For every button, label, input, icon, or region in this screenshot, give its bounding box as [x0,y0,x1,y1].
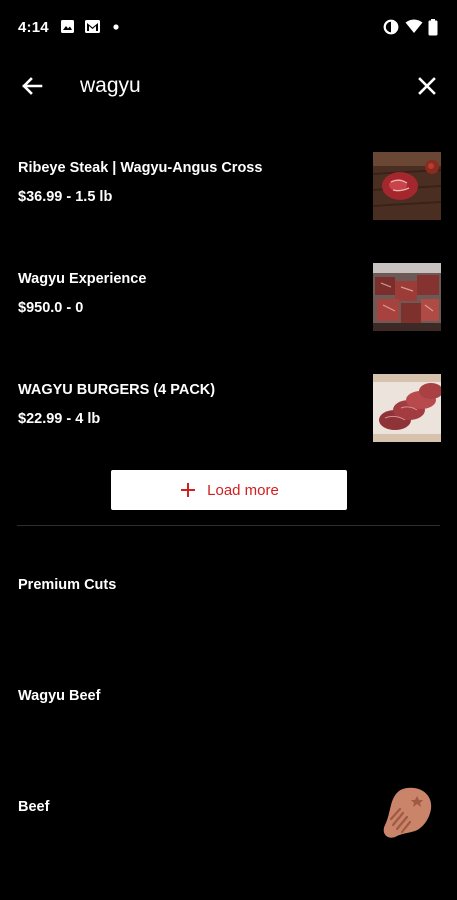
load-more-label: Load more [207,481,279,499]
clear-search-button[interactable] [411,70,443,102]
result-name: Ribeye Steak | Wagyu-Angus Cross [18,160,263,176]
arrow-left-icon [22,77,43,95]
category-premium-cuts[interactable]: Premium Cuts [18,577,116,593]
status-bar: 4:14 [0,0,457,56]
gmail-icon [85,20,100,33]
search-result-item[interactable]: Wagyu Experience $950.0 - 0 [0,263,457,353]
plus-icon [181,483,196,497]
notification-dot-icon [113,24,119,30]
steak-fab-button[interactable] [377,783,437,841]
result-price: $950.0 - 0 [18,300,84,316]
data-saver-icon [383,19,399,35]
result-name: Wagyu Experience [18,271,147,287]
category-wagyu-beef[interactable]: Wagyu Beef [18,688,100,704]
status-time: 4:14 [18,19,49,36]
ribeye-steak-image [373,152,441,220]
steak-icon [383,787,432,838]
divider [17,525,440,526]
category-beef[interactable]: Beef [18,799,49,815]
wagyu-burgers-image [373,374,441,442]
load-more-button[interactable]: Load more [111,470,347,510]
image-icon [61,20,74,33]
search-result-item[interactable]: Ribeye Steak | Wagyu-Angus Cross $36.99 … [0,152,457,242]
search-bar [0,56,457,116]
battery-icon [428,19,438,36]
result-name: WAGYU BURGERS (4 PACK) [18,382,216,398]
close-icon [418,77,436,95]
back-button[interactable] [16,70,48,102]
result-price: $22.99 - 4 lb [18,411,101,427]
wifi-icon [405,19,423,33]
wagyu-cubes-image [373,263,441,331]
search-input[interactable] [80,68,380,104]
result-price: $36.99 - 1.5 lb [18,189,113,205]
search-result-item[interactable]: WAGYU BURGERS (4 PACK) $22.99 - 4 lb [0,374,457,464]
